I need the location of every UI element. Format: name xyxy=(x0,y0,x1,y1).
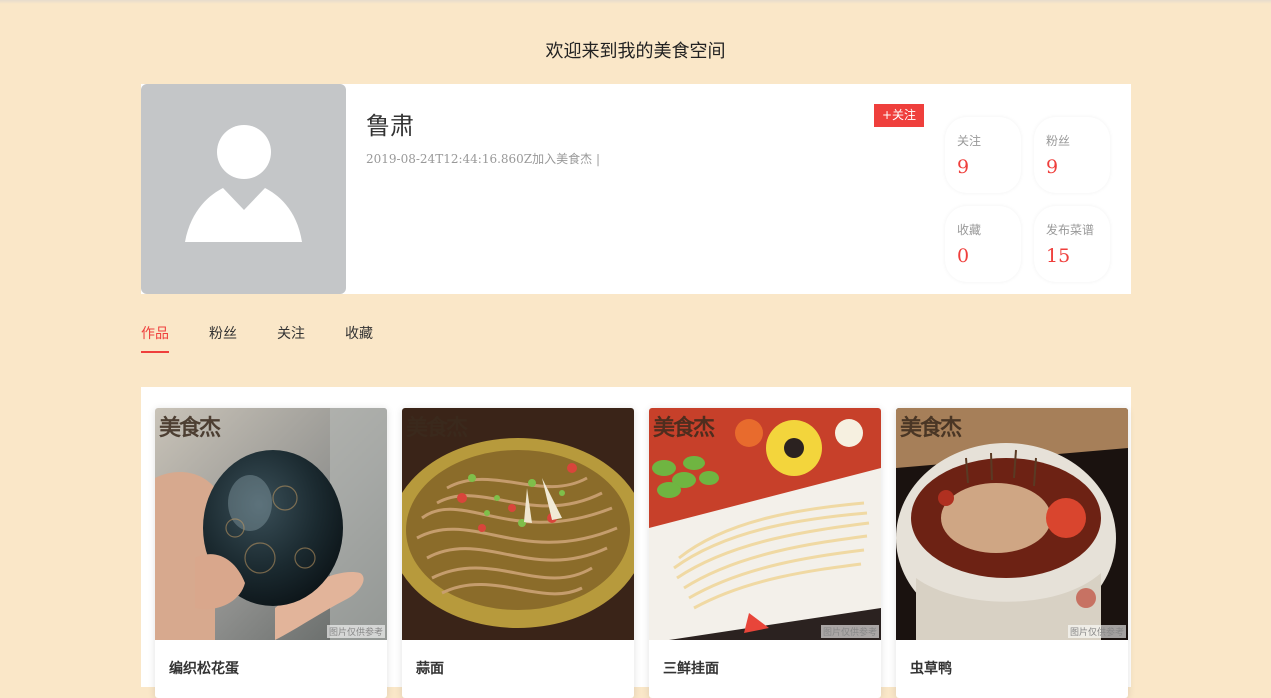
watermark-note: 图片仅供参考 xyxy=(1067,625,1126,638)
noodles-platter-photo xyxy=(649,408,881,640)
stat-value: 0 xyxy=(957,245,970,267)
stat-label: 粉丝 xyxy=(1046,134,1071,148)
stat-label: 关注 xyxy=(957,134,982,148)
recipe-image[interactable]: 美食杰 图片仅供参考 xyxy=(649,408,881,640)
tab-works[interactable]: 作品 xyxy=(141,322,169,353)
page-title: 欢迎来到我的美食空间 xyxy=(545,41,726,62)
stat-favorites[interactable]: 收藏 0 xyxy=(945,206,1021,282)
watermark-logo: 美食杰 xyxy=(900,415,962,441)
works-panel: 美食杰 图片仅供参考 编织松花蛋 美食杰 蒜面 美食杰 图片仅供参考 三鲜挂面 … xyxy=(141,387,1131,698)
avatar xyxy=(141,84,346,294)
preserved-egg-photo xyxy=(155,408,387,640)
stat-label: 发布菜谱 xyxy=(1046,223,1095,237)
watermark-logo: 美食杰 xyxy=(159,415,221,441)
follow-button[interactable]: +关注 xyxy=(874,104,924,127)
header-shadow xyxy=(0,0,1271,4)
tab-label: 作品 xyxy=(141,326,169,342)
watermark-note: 图片仅供参考 xyxy=(820,625,879,638)
stat-recipes[interactable]: 发布菜谱 15 xyxy=(1034,206,1110,282)
stat-followers[interactable]: 粉丝 9 xyxy=(1034,117,1110,193)
tab-following[interactable]: 关注 xyxy=(277,322,305,346)
recipe-title[interactable]: 编织松花蛋 xyxy=(169,658,239,678)
stat-following[interactable]: 关注 9 xyxy=(945,117,1021,193)
recipe-title[interactable]: 蒜面 xyxy=(416,658,444,678)
recipe-card[interactable]: 美食杰 图片仅供参考 虫草鸭 xyxy=(896,408,1128,698)
user-name: 鲁肃 xyxy=(366,112,414,140)
recipe-card[interactable]: 美食杰 图片仅供参考 编织松花蛋 xyxy=(155,408,387,698)
join-info: 2019-08-24T12:44:16.860Z加入美食杰 | xyxy=(366,152,601,166)
tab-fans[interactable]: 粉丝 xyxy=(209,322,237,346)
recipe-image[interactable]: 美食杰 xyxy=(402,408,634,640)
stat-label: 收藏 xyxy=(957,223,982,237)
recipe-image[interactable]: 美食杰 图片仅供参考 xyxy=(896,408,1128,640)
cordyceps-duck-photo xyxy=(896,408,1128,640)
recipe-image[interactable]: 美食杰 图片仅供参考 xyxy=(155,408,387,640)
stat-value: 9 xyxy=(957,156,970,178)
active-tab-underline xyxy=(141,351,169,353)
tab-favorites[interactable]: 收藏 xyxy=(345,322,373,346)
recipe-title[interactable]: 三鲜挂面 xyxy=(663,658,719,678)
garlic-noodles-photo xyxy=(402,408,634,640)
watermark-note: 图片仅供参考 xyxy=(326,625,385,638)
watermark-logo: 美食杰 xyxy=(653,415,715,441)
stat-value: 15 xyxy=(1046,245,1071,267)
user-silhouette-icon xyxy=(185,125,302,242)
profile-card: 鲁肃 2019-08-24T12:44:16.860Z加入美食杰 | +关注 关… xyxy=(141,84,1131,294)
recipe-card[interactable]: 美食杰 图片仅供参考 三鲜挂面 xyxy=(649,408,881,698)
watermark-logo: 美食杰 xyxy=(406,415,468,441)
stat-value: 9 xyxy=(1046,156,1059,178)
recipe-card[interactable]: 美食杰 蒜面 xyxy=(402,408,634,698)
recipe-title[interactable]: 虫草鸭 xyxy=(910,658,952,678)
